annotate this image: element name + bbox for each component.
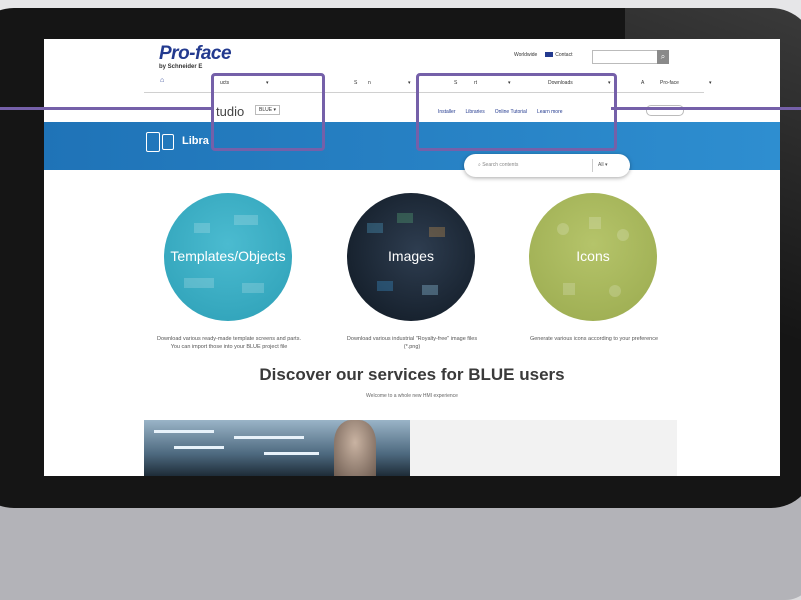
services-panel <box>410 420 677 476</box>
images-card[interactable]: Images <box>347 193 475 321</box>
decor-tile <box>367 223 383 233</box>
desc-line: (*.png) <box>403 344 421 350</box>
worldwide-link[interactable]: Worldwide <box>514 52 537 58</box>
site-search-input[interactable] <box>592 50 658 64</box>
ceiling-light <box>154 430 214 433</box>
decor-tile <box>377 281 393 291</box>
decor-tile <box>617 229 629 241</box>
decor-tile <box>242 283 264 293</box>
services-heading: Discover our services for BLUE users <box>259 365 565 384</box>
decor-tile <box>397 213 413 223</box>
images-description: Download various industrial "Royalty-fre… <box>327 335 497 351</box>
decor-tile <box>194 223 210 233</box>
nav-item-solutions-tail: n <box>368 80 371 86</box>
decor-tile <box>184 278 214 288</box>
proface-logo[interactable]: Pro-face by Schneider E <box>159 43 232 71</box>
library-icon-secondary <box>162 134 174 150</box>
decor-tile <box>589 217 601 229</box>
person-silhouette <box>334 420 376 476</box>
mail-icon <box>545 52 554 58</box>
decor-tile <box>429 227 445 237</box>
templates-description: Download various ready-made template scr… <box>139 335 319 351</box>
images-label: Images <box>388 248 434 264</box>
ceiling-light <box>264 452 319 455</box>
decor-tile <box>234 215 258 225</box>
ceiling-light <box>174 446 224 449</box>
icons-card[interactable]: Icons <box>529 193 657 321</box>
top-links: Worldwide Contact <box>514 52 572 58</box>
browser-screen: Pro-face by Schneider E Worldwide Contac… <box>44 39 780 476</box>
highlight-sublinks <box>416 73 617 151</box>
content-search-placeholder: ⌕ Search contents <box>478 162 519 168</box>
decor-tile <box>557 223 569 235</box>
decor-tile <box>609 285 621 297</box>
desc-line: You can import those into your BLUE proj… <box>170 344 288 350</box>
contact-label: Contact <box>555 52 573 58</box>
icons-label: Icons <box>576 248 610 264</box>
desc-line: Generate various icons according to your… <box>529 336 659 342</box>
callout-line-left <box>0 107 211 110</box>
content-search[interactable]: ⌕ Search contents All ▾ <box>464 154 630 177</box>
contact-link[interactable]: Contact <box>545 52 572 58</box>
search-icon[interactable]: ⌕ <box>657 50 669 64</box>
highlight-studio <box>211 73 325 151</box>
services-subheading: Welcome to a whole new HMI experience <box>366 393 458 399</box>
office-photo <box>144 420 410 476</box>
banner-title: Libra <box>182 135 209 147</box>
search-divider <box>592 159 593 172</box>
decor-tile <box>422 285 438 295</box>
icons-description: Generate various icons according to your… <box>504 335 684 343</box>
content-filter-select[interactable]: All ▾ <box>598 162 607 168</box>
library-banner: Libra <box>44 122 780 170</box>
logo-sub: by Schneider E <box>159 64 203 70</box>
nav-item-about[interactable]: A <box>641 80 644 86</box>
chevron-down-icon: ▾ <box>408 80 411 86</box>
logo-brand: Pro-face <box>159 43 232 64</box>
desc-line: Download various industrial "Royalty-fre… <box>346 336 478 342</box>
templates-objects-card[interactable]: Templates/Objects <box>164 193 292 321</box>
callout-line-right <box>611 107 801 110</box>
ceiling-light <box>234 436 304 439</box>
desc-line: Download various ready-made template scr… <box>157 336 301 342</box>
nav-item-solutions[interactable]: S <box>354 80 357 86</box>
chevron-down-icon: ▾ <box>709 80 712 86</box>
decor-tile <box>563 283 575 295</box>
library-icon <box>146 132 160 152</box>
templates-objects-label: Templates/Objects <box>170 248 286 264</box>
nav-item-proface[interactable]: Pro-face <box>660 80 679 86</box>
